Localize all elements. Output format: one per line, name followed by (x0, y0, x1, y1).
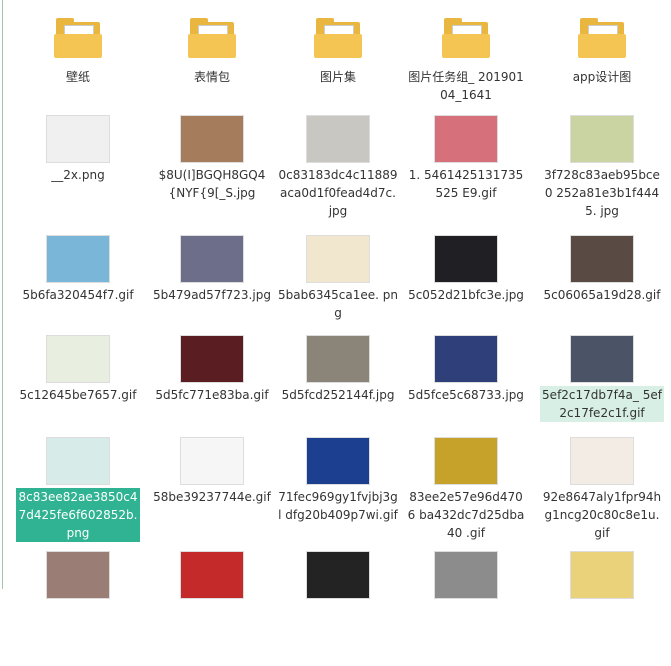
file-label: 5c052d21bfc3e.jpg (408, 288, 524, 302)
image-thumbnail (571, 116, 633, 162)
image-thumbnail (435, 552, 497, 598)
image-thumbnail (181, 116, 243, 162)
file-label: 5b479ad57f723.jpg (153, 288, 271, 302)
file-label: 表情包 (193, 70, 230, 84)
image-thumbnail (435, 236, 497, 282)
file-item[interactable]: 1. 5461425131735525 E9.gif (404, 110, 528, 230)
file-label: 5d5fce5c68733.jpg (408, 388, 524, 402)
folder-icon (54, 18, 102, 58)
file-label: __2x.png (51, 168, 105, 182)
file-item[interactable]: 8c83ee82ae3850c4 7d425fe6f602852b. png (16, 432, 140, 552)
file-label: 5c06065a19d28.gif (543, 288, 661, 302)
folder-icon (314, 18, 362, 58)
image-thumbnail (307, 236, 369, 282)
file-item[interactable]: 58be39237744e.gif (150, 432, 274, 552)
image-thumbnail (47, 236, 109, 282)
file-item[interactable]: 71fec969gy1fvjbj3gl dfg20b409p7wi.gif (276, 432, 400, 552)
image-thumbnail (307, 116, 369, 162)
file-label: 5bab6345ca1ee. png (278, 288, 398, 320)
image-thumbnail (571, 236, 633, 282)
folder-icon (442, 18, 490, 58)
left-border (2, 0, 3, 589)
file-label: 5d5fc771e83ba.gif (155, 388, 269, 402)
file-label: $8U(I]BGQH8GQ4 {NYF{9[_S.jpg (158, 168, 266, 200)
file-label: 71fec969gy1fvjbj3gl dfg20b409p7wi.gif (278, 490, 398, 522)
folder-icon (578, 18, 626, 58)
file-label: 壁纸 (65, 70, 90, 84)
image-thumbnail (181, 438, 243, 484)
file-label: 92e8647aly1fpr94h g1ncg20c80c8e1u. gif (542, 490, 662, 540)
folder-icon (188, 18, 236, 58)
file-item[interactable]: 3f728c83aeb95bce0 252a81e3b1f4445. jpg (540, 110, 664, 230)
file-item[interactable] (540, 546, 664, 666)
file-label: 0c83183dc4c11889 aca0d1f0fead4d7c. jpg (278, 168, 398, 218)
file-label: 1. 5461425131735525 E9.gif (408, 168, 524, 200)
image-thumbnail (47, 552, 109, 598)
image-thumbnail (435, 116, 497, 162)
file-item[interactable]: $8U(I]BGQH8GQ4 {NYF{9[_S.jpg (150, 110, 274, 230)
file-item[interactable]: 83ee2e57e96d4706 ba432dc7d25dba40 .gif (404, 432, 528, 552)
image-thumbnail (307, 438, 369, 484)
file-label: 图片任务组_ 20190104_1641 (408, 70, 524, 102)
file-label: 83ee2e57e96d4706 ba432dc7d25dba40 .gif (407, 490, 525, 540)
file-item[interactable] (276, 546, 400, 666)
image-thumbnail (181, 336, 243, 382)
file-item[interactable]: __2x.png (16, 110, 140, 230)
file-label: 图片集 (319, 70, 356, 84)
image-thumbnail (571, 552, 633, 598)
file-label: 5c12645be7657.gif (19, 388, 137, 402)
image-thumbnail (307, 552, 369, 598)
image-thumbnail (47, 336, 109, 382)
image-thumbnail (571, 438, 633, 484)
file-label: 3f728c83aeb95bce0 252a81e3b1f4445. jpg (544, 168, 660, 218)
file-label: app设计图 (572, 70, 632, 84)
file-item[interactable] (404, 546, 528, 666)
image-thumbnail (307, 336, 369, 382)
file-item[interactable] (150, 546, 274, 666)
file-label: 8c83ee82ae3850c4 7d425fe6f602852b. png (16, 488, 140, 542)
image-thumbnail (47, 116, 109, 162)
image-thumbnail (435, 336, 497, 382)
file-item[interactable]: 0c83183dc4c11889 aca0d1f0fead4d7c. jpg (276, 110, 400, 230)
image-thumbnail (47, 438, 109, 484)
file-label: 5d5fcd252144f.jpg (281, 388, 395, 402)
file-label: 5ef2c17db7f4a_ 5ef2c17fe2c1f.gif (540, 386, 664, 422)
image-thumbnail (571, 336, 633, 382)
file-item[interactable]: 92e8647aly1fpr94h g1ncg20c80c8e1u. gif (540, 432, 664, 552)
file-label: 58be39237744e.gif (153, 490, 271, 504)
image-thumbnail (435, 438, 497, 484)
file-label: 5b6fa320454f7.gif (22, 288, 134, 302)
image-thumbnail (181, 236, 243, 282)
file-item[interactable] (16, 546, 140, 666)
image-thumbnail (181, 552, 243, 598)
